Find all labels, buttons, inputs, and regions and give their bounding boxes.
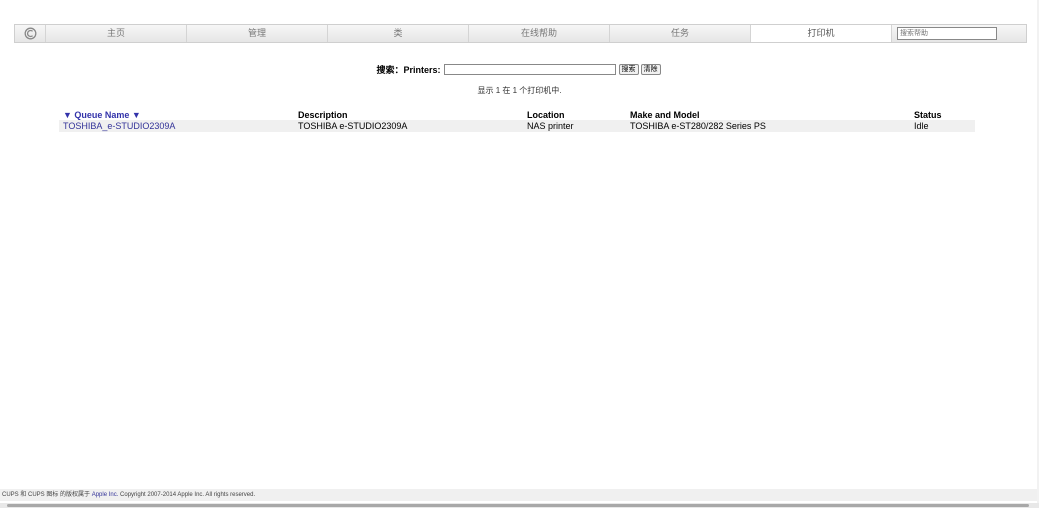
status-cell: Idle bbox=[914, 121, 929, 131]
horizontal-scrollbar[interactable] bbox=[0, 503, 1039, 508]
cups-logo-icon[interactable] bbox=[15, 25, 46, 42]
queue-name-cell: TOSHIBA_e-STUDIO2309A bbox=[59, 120, 294, 132]
tab-classes[interactable]: 类 bbox=[328, 25, 469, 42]
tab-home[interactable]: 主页 bbox=[46, 25, 187, 42]
tab-administration[interactable]: 管理 bbox=[187, 25, 328, 42]
table-row: TOSHIBA_e-STUDIO2309A TOSHIBA e-STUDIO23… bbox=[59, 120, 975, 132]
search-label: 搜索：Printers: bbox=[376, 65, 441, 75]
help-search-input[interactable] bbox=[897, 27, 997, 40]
tab-online-help[interactable]: 在线帮助 bbox=[469, 25, 610, 42]
copyright-footer: CUPS 和 CUPS 图标 的版权属于 Apple Inc. Copyrigh… bbox=[0, 489, 1039, 501]
make-and-model-cell: TOSHIBA e-ST280/282 Series PS bbox=[630, 121, 766, 131]
description-cell: TOSHIBA e-STUDIO2309A bbox=[298, 121, 408, 131]
clear-button[interactable]: 清除 bbox=[640, 64, 661, 75]
location-cell: NAS printer bbox=[527, 121, 574, 131]
help-search-area bbox=[892, 25, 1026, 42]
result-count-text: 显示 1 在 1 个打印机中. bbox=[477, 86, 562, 95]
column-header-location: Location bbox=[527, 109, 565, 120]
printer-search-form: 搜索：Printers: 搜索 清除 bbox=[0, 63, 1039, 76]
printer-table: ▼ Queue Name ▼ Description Location Make… bbox=[59, 109, 975, 132]
top-navigation-bar: 主页 管理 类 在线帮助 任务 打印机 bbox=[14, 24, 1027, 43]
tab-printers[interactable]: 打印机 bbox=[751, 25, 892, 42]
apple-link[interactable]: Apple Inc. bbox=[92, 492, 119, 498]
column-header-status: Status bbox=[914, 109, 942, 120]
footer-suffix: Copyright 2007-2014 Apple Inc. All right… bbox=[118, 492, 256, 498]
page: 主页 管理 类 在线帮助 任务 打印机 搜索：Printers: 搜索 清除 显… bbox=[0, 0, 1039, 508]
printer-search-input[interactable] bbox=[443, 64, 616, 75]
printer-queue-link[interactable]: TOSHIBA_e-STUDIO2309A bbox=[63, 121, 175, 131]
tab-jobs[interactable]: 任务 bbox=[610, 25, 751, 42]
footer-prefix: CUPS 和 CUPS 图标 的版权属于 bbox=[2, 492, 92, 498]
table-header-row: ▼ Queue Name ▼ Description Location Make… bbox=[59, 109, 975, 120]
column-header-queue-name[interactable]: ▼ Queue Name ▼ bbox=[59, 109, 294, 120]
horizontal-scrollbar-thumb[interactable] bbox=[7, 504, 1029, 507]
search-button[interactable]: 搜索 bbox=[618, 64, 639, 75]
column-header-description: Description bbox=[298, 109, 348, 120]
column-header-make-and-model: Make and Model bbox=[630, 109, 700, 120]
